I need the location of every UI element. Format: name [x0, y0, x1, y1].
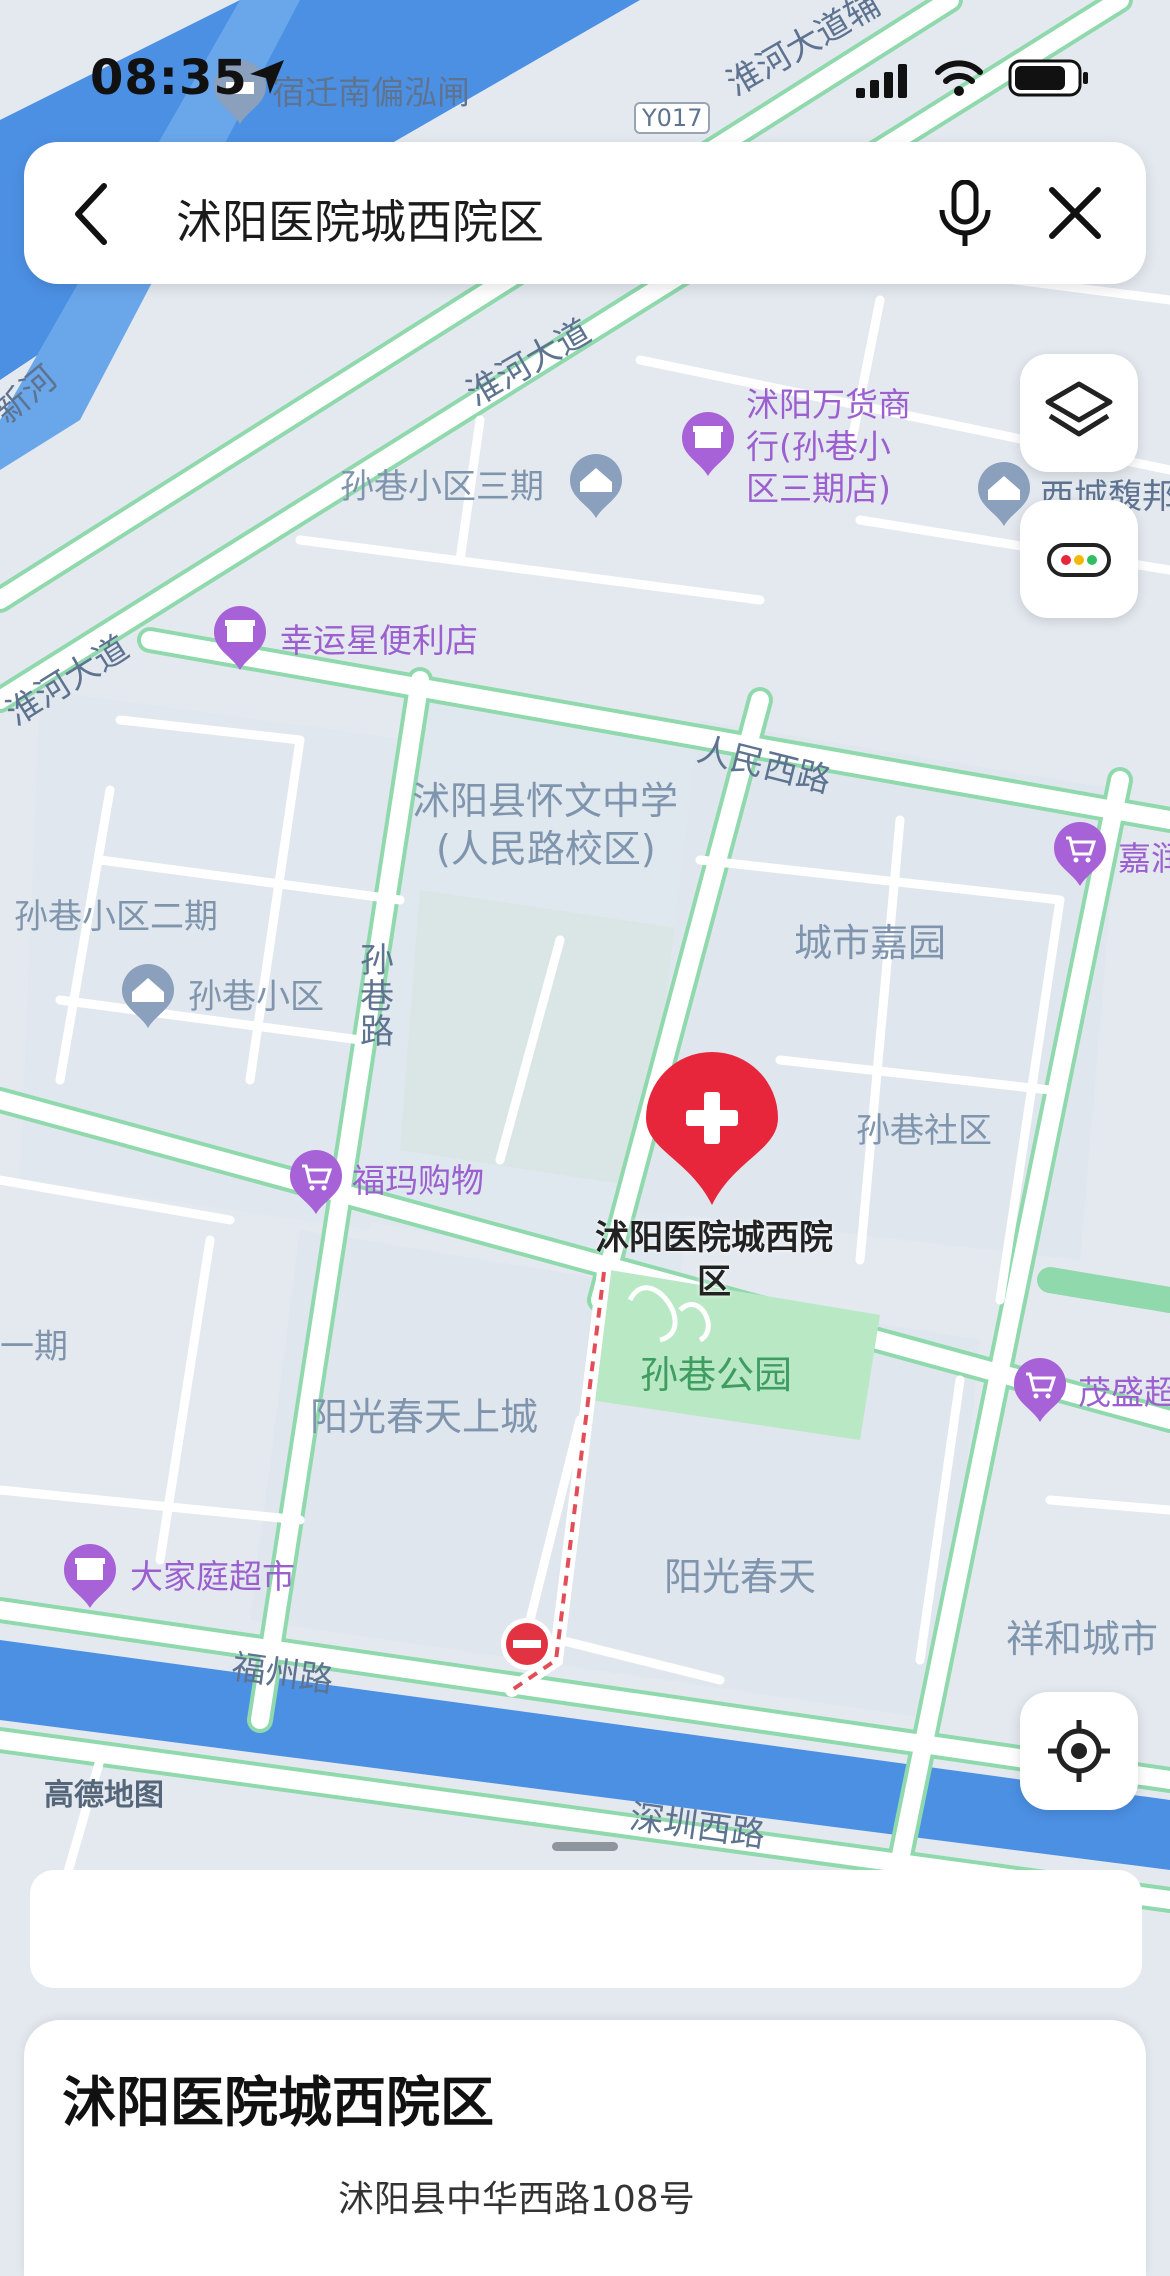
- no-entry-icon: [501, 1618, 553, 1670]
- status-bar: 08:35: [0, 0, 1170, 140]
- poi-label[interactable]: 区三期店): [746, 468, 891, 509]
- place-label: (人民路校区): [436, 827, 656, 871]
- poi-label[interactable]: 幸运星便利店: [280, 620, 478, 661]
- poi-shop-icon[interactable]: [62, 1544, 118, 1610]
- place-label: 孙巷小区三期: [340, 467, 544, 507]
- poi-label[interactable]: 福玛购物: [352, 1160, 484, 1201]
- location-arrow-icon: [250, 60, 284, 94]
- poi-residential-icon[interactable]: [120, 964, 176, 1030]
- place-title: 沭阳医院城西院区: [62, 2071, 494, 2134]
- destination-label-line: 区: [697, 1262, 731, 1303]
- place-label: 城市嘉园: [794, 921, 947, 965]
- place-label: 孙巷社区: [856, 1111, 992, 1151]
- traffic-light-icon: [1047, 543, 1111, 577]
- close-icon[interactable]: [1046, 184, 1104, 242]
- sheet-drag-handle[interactable]: [552, 1842, 618, 1851]
- locate-me-button[interactable]: [1020, 1692, 1138, 1810]
- traffic-button[interactable]: [1020, 500, 1138, 618]
- battery-icon: [1008, 59, 1088, 97]
- place-label: 孙巷小区: [188, 977, 324, 1017]
- destination-label[interactable]: 沭阳医院城西院 区: [582, 1216, 846, 1304]
- sheet-peek-panel[interactable]: [30, 1870, 1142, 1988]
- crosshair-icon: [1048, 1720, 1110, 1782]
- poi-supermarket-icon[interactable]: [1012, 1358, 1068, 1424]
- wifi-icon: [935, 60, 983, 96]
- place-label: 沭阳县怀文中学: [412, 779, 679, 823]
- poi-shop-icon[interactable]: [680, 412, 736, 478]
- destination-label-line: 沭阳医院城西院: [595, 1218, 833, 1258]
- road-label: 孙巷路: [360, 941, 394, 1053]
- place-label: 祥和城市: [1006, 1617, 1159, 1661]
- place-card[interactable]: 沭阳医院城西院区 沭阳县中华西路108号: [24, 2020, 1146, 2276]
- poi-supermarket-icon[interactable]: [1052, 822, 1108, 888]
- poi-label[interactable]: 沭阳万货商: [746, 384, 911, 425]
- layers-icon: [1045, 381, 1113, 437]
- search-bar[interactable]: 沭阳医院城西院区: [24, 142, 1146, 284]
- search-query-text[interactable]: 沭阳医院城西院区: [176, 186, 544, 252]
- cellular-signal-icon: [856, 64, 907, 98]
- place-label: 一期: [0, 1327, 68, 1367]
- map-watermark: 高德地图: [44, 1778, 164, 1813]
- place-label: 阳光春天上城: [310, 1395, 539, 1439]
- poi-label[interactable]: 大家庭超市: [130, 1556, 295, 1597]
- place-label: 孙巷小区二期: [14, 897, 218, 937]
- place-label: 阳光春天: [664, 1555, 817, 1599]
- microphone-icon[interactable]: [936, 180, 994, 248]
- poi-supermarket-icon[interactable]: [288, 1150, 344, 1216]
- poi-label[interactable]: 茂盛超: [1078, 1372, 1170, 1413]
- poi-label[interactable]: 嘉润: [1118, 838, 1170, 879]
- park-label: 孙巷公园: [640, 1353, 793, 1397]
- poi-residential-icon[interactable]: [568, 454, 624, 520]
- layers-button[interactable]: [1020, 354, 1138, 472]
- poi-label[interactable]: 行(孙巷小: [746, 426, 891, 467]
- back-arrow-icon[interactable]: [70, 182, 114, 246]
- status-time: 08:35: [90, 50, 248, 106]
- poi-shop-icon[interactable]: [212, 606, 268, 672]
- place-address: 沭阳县中华西路108号: [338, 2179, 695, 2220]
